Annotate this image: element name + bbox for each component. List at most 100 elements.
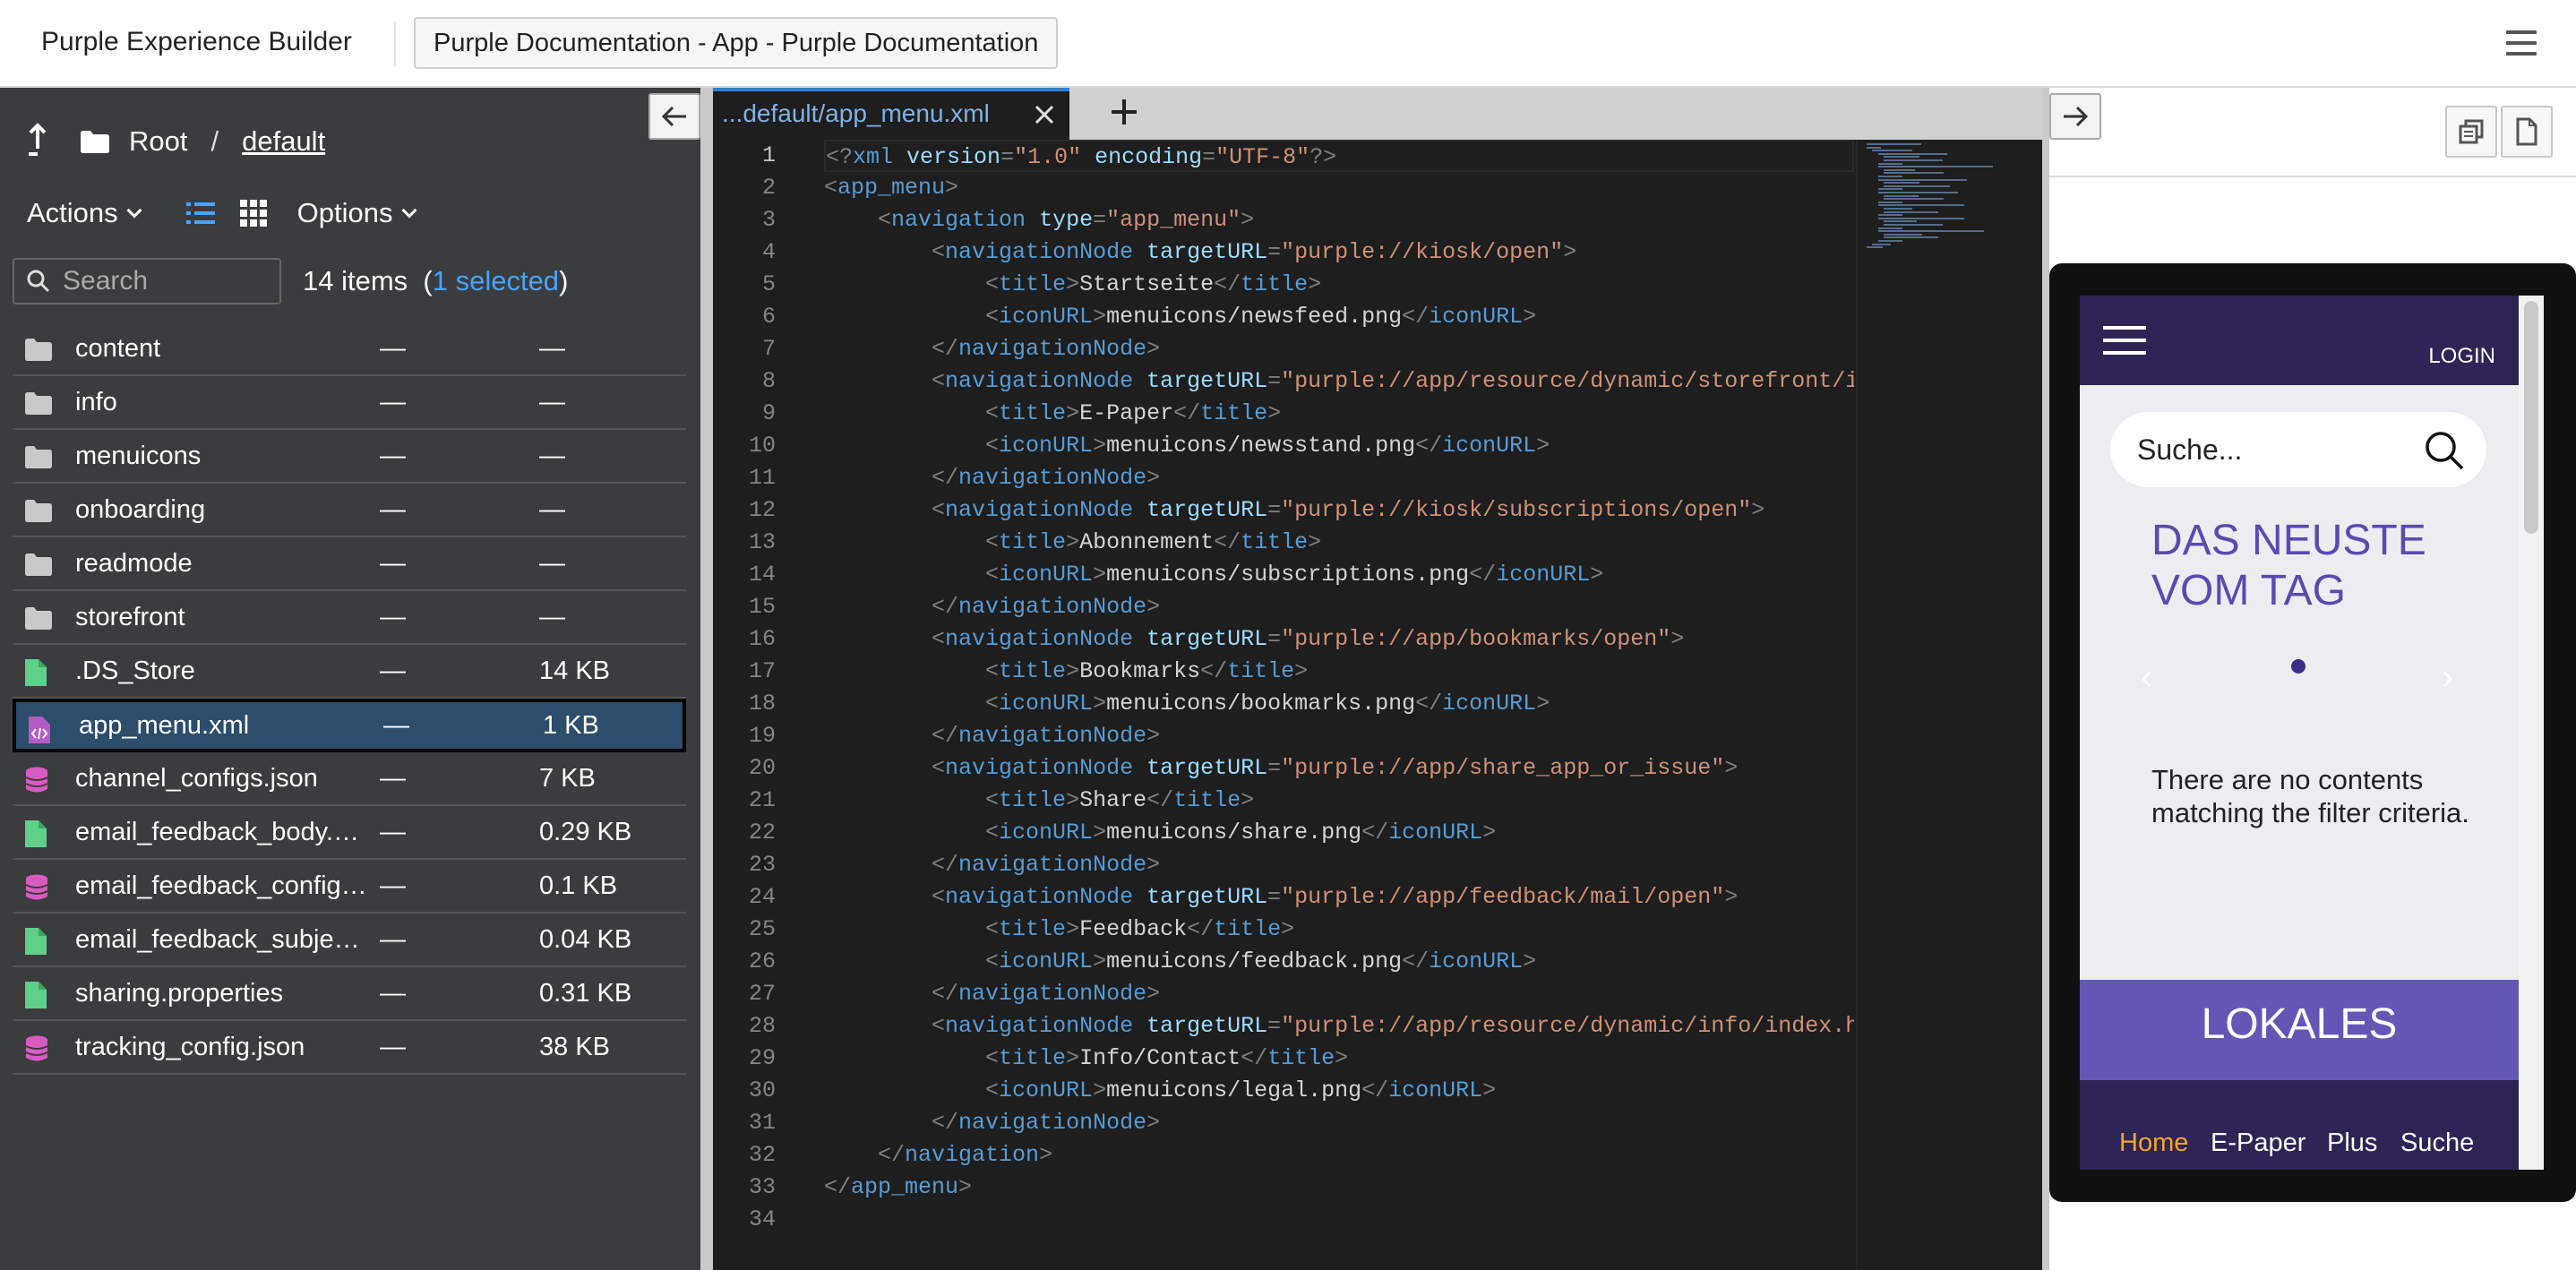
folder-icon	[25, 605, 52, 631]
minimap-line	[1884, 220, 1917, 223]
code-line[interactable]: </navigationNode>	[824, 1107, 1854, 1139]
file-row[interactable]: content — —	[13, 322, 686, 376]
code-line[interactable]: <title>E-Paper</title>	[824, 398, 1854, 430]
code-token: >	[1281, 916, 1295, 942]
list-view-icon[interactable]	[185, 202, 215, 225]
code-token: Share	[1079, 787, 1147, 813]
breadcrumb-current[interactable]: default	[242, 125, 325, 158]
code-line[interactable]: <navigation type="app_menu">	[824, 204, 1854, 236]
code-line[interactable]	[824, 1204, 1854, 1236]
code-token: title	[999, 400, 1067, 426]
search-icon[interactable]	[2424, 430, 2465, 471]
code-line[interactable]: <title>Startseite</title>	[824, 269, 1854, 301]
preview-nav-item[interactable]: Plus	[2327, 1128, 2377, 1158]
login-link[interactable]: LOGIN	[2428, 344, 2495, 369]
code-line[interactable]: <iconURL>menuicons/feedback.png</iconURL…	[824, 946, 1854, 978]
file-row[interactable]: info — —	[13, 376, 686, 430]
preview-nav-item[interactable]: E-Paper	[2211, 1128, 2306, 1158]
code-line[interactable]: <app_menu>	[824, 172, 1854, 204]
menu-icon[interactable]	[2103, 326, 2146, 364]
copy-button[interactable]	[2445, 106, 2497, 158]
file-name: email_feedback_config…	[75, 871, 367, 900]
search-input[interactable]	[63, 266, 269, 296]
code-line[interactable]: <iconURL>menuicons/newsstand.png</iconUR…	[824, 430, 1854, 462]
file-row[interactable]: sharing.properties — 0.31 KB	[13, 967, 686, 1021]
right-splitter[interactable]	[2042, 88, 2049, 1270]
code-token: </	[1214, 529, 1241, 555]
file-row[interactable]: readmode — —	[13, 537, 686, 591]
code-line[interactable]: <?xml version="1.0" encoding="UTF-8"?>	[824, 140, 1854, 172]
expand-right-button[interactable]	[2049, 93, 2101, 140]
code-line[interactable]: <navigationNode targetURL="purple://kios…	[824, 236, 1854, 269]
minimap[interactable]	[1856, 140, 2042, 1270]
preview-nav-item[interactable]: Home	[2119, 1128, 2188, 1158]
file-row[interactable]: menuicons — —	[13, 430, 686, 484]
code-line[interactable]: <navigationNode targetURL="purple://app/…	[824, 881, 1854, 914]
file-row[interactable]: channel_configs.json — 7 KB	[13, 752, 686, 806]
preview-scrollbar[interactable]	[2524, 301, 2538, 534]
add-tab-icon[interactable]	[1109, 97, 1139, 127]
preview-search-field[interactable]: Suche...	[2110, 412, 2486, 487]
code-line[interactable]: <title>Info/Contact</title>	[824, 1043, 1854, 1075]
code-line[interactable]: <navigationNode targetURL="purple://app/…	[824, 623, 1854, 656]
tab-app-menu-xml[interactable]: ...default/app_menu.xml	[713, 88, 1069, 140]
minimap-line	[1884, 184, 1950, 187]
code-line[interactable]: <navigationNode targetURL="purple://app/…	[824, 1010, 1854, 1043]
options-menu[interactable]: Options	[297, 197, 417, 229]
section-title[interactable]: LOKALES	[2080, 980, 2519, 1080]
close-icon[interactable]	[1034, 104, 1055, 125]
code-line[interactable]: <navigationNode targetURL="purple://app/…	[824, 365, 1854, 398]
code-line[interactable]: <title>Bookmarks</title>	[824, 656, 1854, 688]
code-line[interactable]: </navigationNode>	[824, 333, 1854, 365]
carousel-next-icon[interactable]: ›	[2442, 657, 2453, 698]
code-line[interactable]: <iconURL>menuicons/bookmarks.png</iconUR…	[824, 688, 1854, 720]
code-line[interactable]: </navigationNode>	[824, 849, 1854, 881]
code-line[interactable]: </navigationNode>	[824, 978, 1854, 1010]
code-content[interactable]: <?xml version="1.0" encoding="UTF-8"?> <a…	[824, 140, 1854, 1236]
code-area[interactable]: 1 2 3 4 5 6 7 8 9 10 11 12 13 14 15 16 17 18 19 20 21 22 23 24 2…	[713, 140, 2042, 1270]
code-line[interactable]: </navigationNode>	[824, 462, 1854, 494]
up-arrow-icon[interactable]	[27, 122, 48, 161]
file-row[interactable]: app_menu.xml — 1 KB	[13, 699, 686, 752]
code-token: </	[932, 981, 959, 1007]
line-number-gutter: 1 2 3 4 5 6 7 8 9 10 11 12 13 14 15 16 17 18 19 20 21 22 23 24 2…	[713, 140, 799, 1270]
code-line[interactable]: </navigationNode>	[824, 720, 1854, 752]
file-row[interactable]: onboarding — —	[13, 484, 686, 537]
project-selector-button[interactable]: Purple Documentation - App - Purple Docu…	[414, 17, 1059, 69]
code-line[interactable]: <title>Share</title>	[824, 785, 1854, 817]
code-line[interactable]: <title>Feedback</title>	[824, 914, 1854, 946]
code-line[interactable]: </navigationNode>	[824, 591, 1854, 623]
file-row[interactable]: tracking_config.json — 38 KB	[13, 1021, 686, 1075]
breadcrumb-root[interactable]: Root	[129, 125, 187, 158]
code-line[interactable]: <navigationNode targetURL="purple://app/…	[824, 752, 1854, 785]
code-token: >	[1308, 271, 1322, 297]
code-token: </	[1402, 304, 1430, 330]
document-button[interactable]	[2501, 106, 2553, 158]
collapse-left-button[interactable]	[648, 93, 700, 140]
code-line[interactable]: <iconURL>menuicons/subscriptions.png</ic…	[824, 559, 1854, 591]
grid-view-icon[interactable]	[239, 200, 267, 227]
file-row[interactable]: email_feedback_body.… — 0.29 KB	[13, 806, 686, 860]
left-splitter[interactable]	[700, 88, 713, 1270]
actions-menu[interactable]: Actions	[27, 197, 142, 229]
carousel-prev-icon[interactable]: ‹	[2141, 657, 2152, 698]
code-line[interactable]: <iconURL>menuicons/legal.png</iconURL>	[824, 1075, 1854, 1107]
code-line[interactable]: </navigation>	[824, 1139, 1854, 1171]
code-token: targetURL	[1133, 239, 1268, 265]
file-row[interactable]: email_feedback_config… — 0.1 KB	[13, 860, 686, 914]
code-line[interactable]: <title>Abonnement</title>	[824, 527, 1854, 559]
file-row[interactable]: .DS_Store — 14 KB	[13, 645, 686, 699]
selected-count[interactable]: 1 selected	[433, 265, 559, 296]
file-row[interactable]: email_feedback_subjec… — 0.04 KB	[13, 914, 686, 967]
carousel-dot[interactable]	[2291, 659, 2306, 674]
code-line[interactable]: <iconURL>menuicons/newsfeed.png</iconURL…	[824, 301, 1854, 333]
file-row[interactable]: storefront — —	[13, 591, 686, 645]
code-line[interactable]: <navigationNode targetURL="purple://kios…	[824, 494, 1854, 527]
code-line[interactable]: <iconURL>menuicons/share.png</iconURL>	[824, 817, 1854, 849]
preview-nav-item[interactable]: Suche	[2400, 1128, 2474, 1158]
menu-icon[interactable]	[2506, 30, 2537, 56]
search-field[interactable]	[13, 258, 281, 305]
code-line[interactable]: </app_menu>	[824, 1171, 1854, 1204]
